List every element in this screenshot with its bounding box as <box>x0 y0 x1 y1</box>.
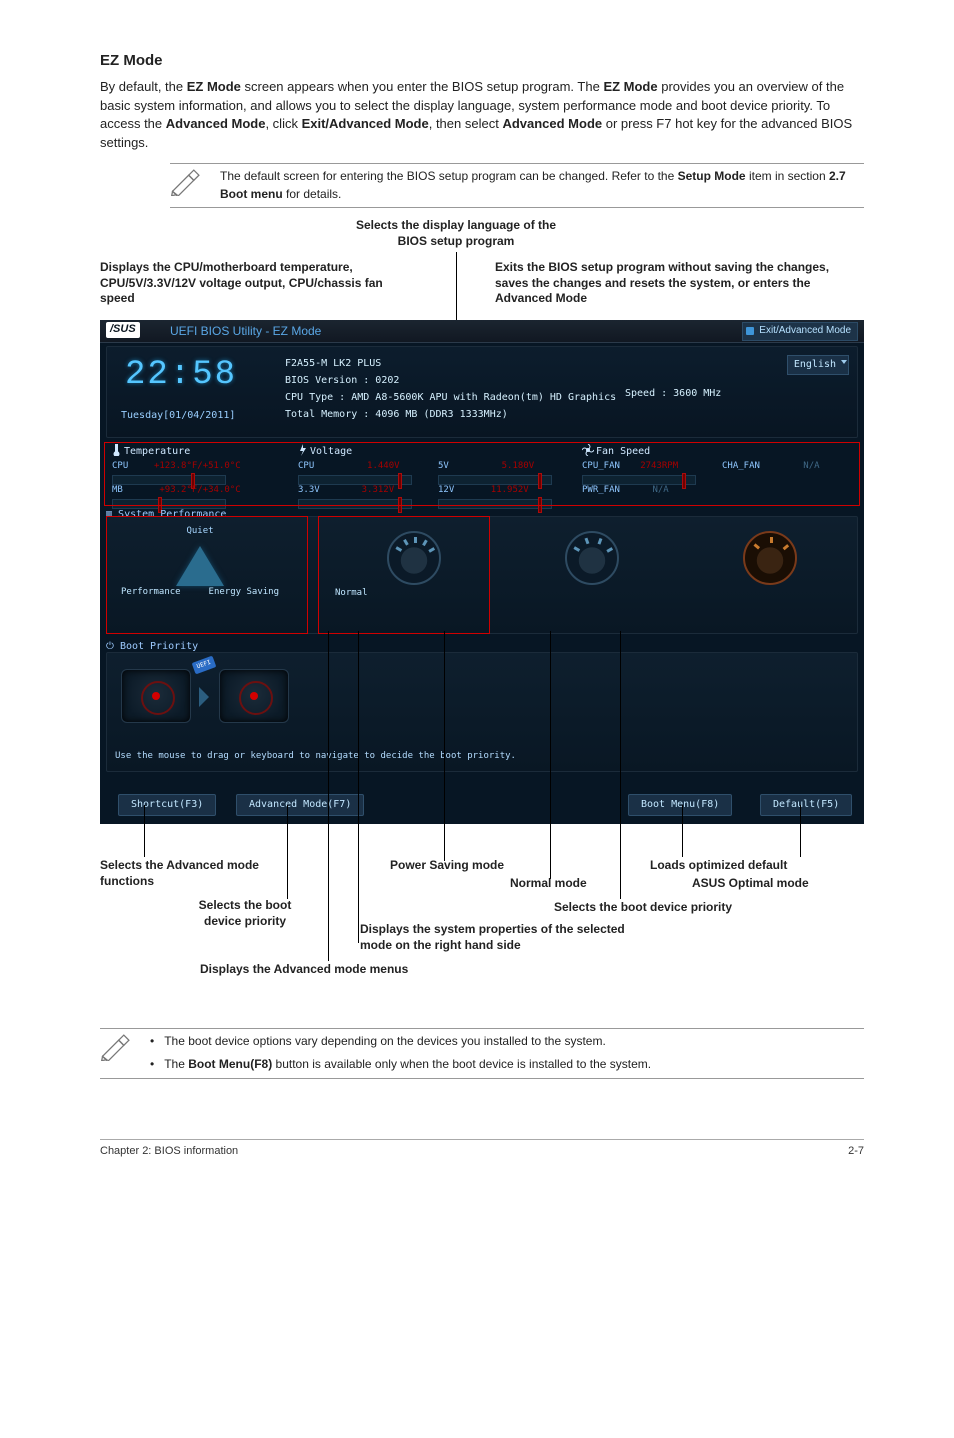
language-button[interactable]: English <box>787 355 849 376</box>
asus-logo: /SUS <box>106 322 140 338</box>
shortcut-button[interactable]: Shortcut(F3) <box>118 794 216 817</box>
bios-speed: Speed : 3600 MHz <box>625 387 721 402</box>
intro-paragraph: By default, the EZ Mode screen appears w… <box>100 78 864 153</box>
callout-asus-optimal: ASUS Optimal mode <box>692 876 809 892</box>
bios-memory: Total Memory : 4096 MB (DDR3 1333MHz) <box>285 406 616 423</box>
bios-clock: 22:58 <box>125 351 237 400</box>
note2b: The Boot Menu(F8) button is available on… <box>164 1057 651 1071</box>
callout-language: Selects the display language of the BIOS… <box>346 218 566 249</box>
bios-date: Tuesday[01/04/2011] <box>121 409 235 424</box>
mode-power-saving[interactable] <box>685 523 855 603</box>
dropdown-icon <box>841 360 847 364</box>
note1-text: The default screen for entering the BIOS… <box>220 168 864 203</box>
callout-load-default: Loads optimized default <box>650 858 787 874</box>
footer-right: 2-7 <box>848 1144 864 1160</box>
bios-screenshot: /SUS UEFI BIOS Utility - EZ Mode Exit/Ad… <box>100 320 864 824</box>
callout-temperature: Displays the CPU/motherboard temperature… <box>100 260 420 307</box>
bios-cpu: CPU Type : AMD A8-5600K APU with Radeon(… <box>285 389 616 406</box>
callout-advmenu: Displays the Advanced mode menus <box>200 962 408 978</box>
bios-model: F2A55-M LK2 PLUS <box>285 355 616 372</box>
callout-boot-priority: Selects the boot device priority <box>554 900 732 916</box>
advanced-mode-button[interactable]: Advanced Mode(F7) <box>236 794 364 817</box>
callout-sysprop: Displays the system properties of the se… <box>360 922 650 953</box>
note-icon <box>100 1033 140 1063</box>
callout-boot-sel: Selects the boot device priority <box>180 898 310 929</box>
callout-advfn: Selects the Advanced mode functions <box>100 858 260 889</box>
mode-asus-optimal[interactable] <box>507 523 677 603</box>
boot-drive-1[interactable] <box>121 669 191 723</box>
boot-menu-button[interactable]: Boot Menu(F8) <box>628 794 732 817</box>
callout-normal: Normal mode <box>510 876 587 892</box>
callout-power-saving: Power Saving mode <box>390 858 504 874</box>
note-icon <box>170 168 210 198</box>
bios-version: BIOS Version : 0202 <box>285 372 616 389</box>
ez-mode-heading: EZ Mode <box>100 50 864 72</box>
default-button[interactable]: Default(F5) <box>760 794 852 817</box>
note2a: The boot device options vary depending o… <box>164 1034 606 1048</box>
callout-exit: Exits the BIOS setup program without sav… <box>495 260 835 307</box>
arrow-right-icon <box>199 687 209 707</box>
footer-left: Chapter 2: BIOS information <box>100 1144 238 1160</box>
uefi-badge: UEFI <box>192 656 217 675</box>
boot-drive-2[interactable] <box>219 669 289 723</box>
exit-advanced-button[interactable]: Exit/Advanced Mode <box>742 322 858 342</box>
bios-utility-title: UEFI BIOS Utility - EZ Mode <box>170 323 321 340</box>
boot-hint: Use the mouse to drag or keyboard to nav… <box>115 750 516 763</box>
